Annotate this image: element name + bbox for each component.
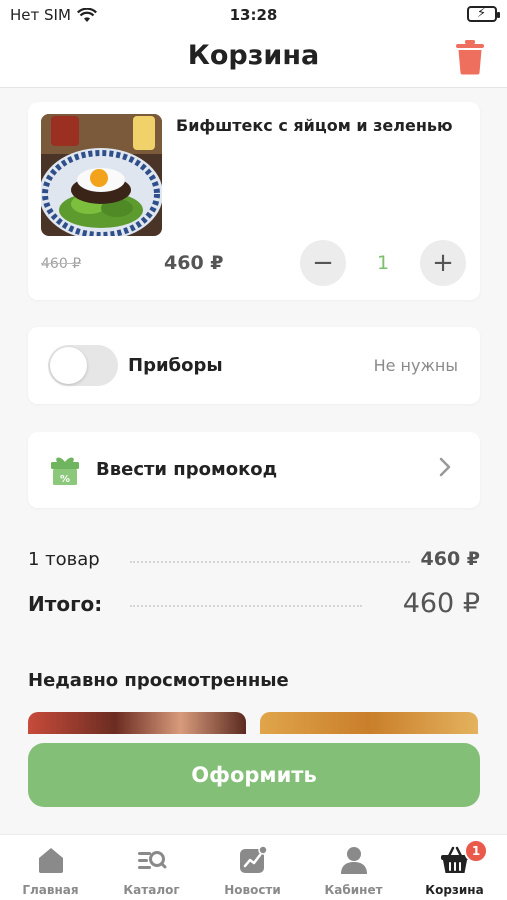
chevron-right-icon bbox=[438, 456, 452, 484]
svg-text:%: % bbox=[60, 474, 70, 485]
battery-icon: ⚡ bbox=[467, 6, 500, 22]
cart-count-badge: 1 bbox=[464, 839, 488, 863]
steak-photo bbox=[41, 114, 162, 236]
status-bar: Нет SIM 13:28 ⚡ bbox=[0, 0, 507, 30]
product-name[interactable]: Бифштекс с яйцом и зеленью bbox=[176, 116, 453, 135]
old-price: 460 ₽ bbox=[41, 256, 82, 272]
page-title: Корзина bbox=[187, 40, 320, 71]
product-image[interactable] bbox=[41, 114, 162, 236]
dotted-leader bbox=[130, 605, 362, 607]
tab-label: Главная bbox=[22, 883, 79, 897]
trash-icon bbox=[456, 40, 484, 75]
recently-viewed-title: Недавно просмотренные bbox=[28, 670, 289, 691]
recent-product-card[interactable] bbox=[260, 712, 478, 734]
person-icon bbox=[341, 847, 367, 874]
dotted-leader bbox=[130, 561, 410, 563]
clear-cart-button[interactable] bbox=[455, 39, 485, 75]
status-time: 13:28 bbox=[229, 6, 278, 24]
tab-home[interactable]: Главная bbox=[0, 835, 101, 900]
toggle-knob bbox=[50, 347, 87, 384]
tab-label: Корзина bbox=[425, 883, 484, 897]
cutlery-toggle[interactable] bbox=[48, 345, 118, 386]
plus-icon: + bbox=[432, 248, 454, 278]
cart-item-card: Бифштекс с яйцом и зеленью 460 ₽ 460 ₽ −… bbox=[28, 102, 480, 300]
catalog-search-icon bbox=[138, 851, 167, 869]
bottom-tab-bar: Главная Каталог Новости Кабинет 1 Корзин… bbox=[0, 834, 507, 900]
increase-quantity-button[interactable]: + bbox=[420, 240, 466, 286]
promo-label: Ввести промокод bbox=[96, 459, 278, 480]
checkout-button[interactable]: Оформить bbox=[28, 743, 480, 807]
tab-label: Каталог bbox=[123, 883, 180, 897]
decrease-quantity-button[interactable]: − bbox=[300, 240, 346, 286]
recent-product-card[interactable] bbox=[28, 712, 246, 734]
promo-code-button[interactable]: % Ввести промокод bbox=[28, 432, 480, 508]
cutlery-option: Приборы Не нужны bbox=[28, 327, 480, 404]
quantity-value: 1 bbox=[376, 252, 390, 274]
tab-label: Кабинет bbox=[324, 883, 383, 897]
header: Корзина bbox=[0, 30, 507, 88]
tab-cart[interactable]: 1 Корзина bbox=[404, 835, 505, 900]
tab-news[interactable]: Новости bbox=[202, 835, 303, 900]
item-price: 460 ₽ bbox=[164, 252, 224, 274]
total-label: Итого: bbox=[28, 592, 103, 616]
home-icon bbox=[39, 848, 63, 873]
tab-catalog[interactable]: Каталог bbox=[101, 835, 202, 900]
total-summary-row: Итого: 460 ₽ bbox=[28, 588, 480, 622]
cutlery-status: Не нужны bbox=[373, 356, 458, 375]
checkout-label: Оформить bbox=[191, 763, 317, 787]
items-summary-row: 1 товар 460 ₽ bbox=[28, 547, 480, 573]
news-chart-icon bbox=[240, 845, 268, 873]
minus-icon: − bbox=[312, 248, 334, 278]
gift-icon: % bbox=[51, 457, 79, 485]
tab-label: Новости bbox=[224, 883, 281, 897]
items-subtotal: 460 ₽ bbox=[420, 548, 481, 570]
items-count-label: 1 товар bbox=[28, 549, 100, 570]
cutlery-label: Приборы bbox=[128, 355, 223, 376]
tab-account[interactable]: Кабинет bbox=[303, 835, 404, 900]
total-value: 460 ₽ bbox=[402, 588, 480, 619]
